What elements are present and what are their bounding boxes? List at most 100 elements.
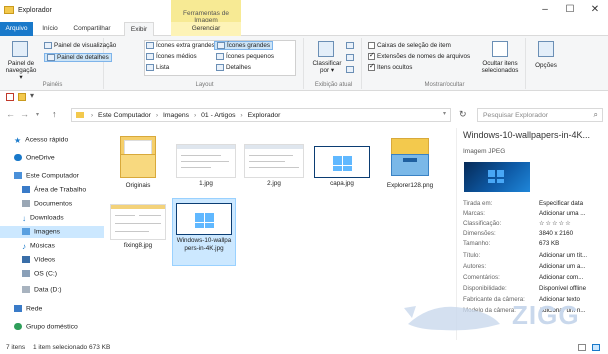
- property-key: Comentários:: [463, 274, 500, 281]
- sidebar-item-homegroup[interactable]: Grupo doméstico: [14, 323, 78, 330]
- file-item[interactable]: Explorer128.png: [378, 134, 442, 190]
- minimize-button[interactable]: –: [534, 4, 556, 18]
- up-arrow-icon[interactable]: ↑: [52, 109, 57, 119]
- address-dropdown-icon[interactable]: ▾: [443, 110, 446, 117]
- sidebar-item-os-drive[interactable]: OS (C:): [22, 270, 57, 277]
- sort-by-button[interactable]: Classificar por ▾: [310, 60, 344, 74]
- file-item[interactable]: Originais: [106, 134, 170, 190]
- layout-medium-icons[interactable]: Ícones médios: [146, 53, 197, 60]
- sidebar-item-desktop[interactable]: Área de Trabalho: [22, 186, 86, 193]
- group-by-button[interactable]: [346, 42, 356, 49]
- layout-list[interactable]: Lista: [146, 64, 169, 71]
- file-name: 1.jpg: [199, 180, 213, 187]
- recent-locations-icon[interactable]: ▾: [36, 111, 39, 118]
- search-input[interactable]: Pesquisar Explorador ⌕: [477, 108, 603, 122]
- download-icon: ↓: [22, 214, 26, 223]
- layout-details[interactable]: Detalhes: [216, 64, 251, 71]
- breadcrumb-separator: ›: [90, 112, 94, 119]
- properties-icon[interactable]: [6, 93, 14, 101]
- network-icon: [14, 305, 22, 312]
- sidebar-item-videos[interactable]: Vídeos: [22, 256, 55, 263]
- homegroup-icon: [14, 323, 22, 330]
- file-item[interactable]: 2.jpg: [242, 134, 306, 188]
- property-title[interactable]: Título: Adicionar um tít...: [463, 252, 608, 259]
- window-title: Explorador: [18, 7, 52, 14]
- hidden-items-label: Itens ocultos: [377, 64, 413, 72]
- customize-toolbar-button[interactable]: ▾: [30, 91, 34, 100]
- panes-group-title: Painéis: [42, 82, 63, 88]
- sidebar-item-this-pc[interactable]: Este Computador: [14, 172, 79, 179]
- navigation-pane-button[interactable]: Painel de navegação ▾: [4, 60, 38, 81]
- property-rating[interactable]: Classificação: ☆☆☆☆☆: [463, 220, 608, 227]
- tab-home[interactable]: Início: [38, 22, 62, 36]
- close-button[interactable]: ✕: [584, 4, 606, 18]
- rating-stars[interactable]: ☆☆☆☆☆: [539, 220, 572, 227]
- folder-icon: [4, 6, 14, 14]
- property-tags[interactable]: Marcas: Adicionar uma ...: [463, 210, 608, 217]
- sidebar-item-pictures[interactable]: Imagens: [0, 226, 104, 238]
- back-arrow-icon[interactable]: ←: [6, 109, 15, 119]
- current-view-group: Classificar por ▾ Exibição atual: [306, 38, 362, 89]
- layout-extra-large-icons[interactable]: Ícones extra grandes: [146, 42, 215, 49]
- file-name: Originais: [125, 182, 151, 189]
- property-date-taken[interactable]: Tirada em: Especificar data: [463, 200, 608, 207]
- details-view-icon[interactable]: [578, 344, 586, 351]
- ribbon: Painel de navegação ▾ Painel de visualiz…: [0, 36, 608, 91]
- property-key: Tamanho:: [463, 240, 491, 247]
- sidebar-item-onedrive[interactable]: OneDrive: [14, 154, 55, 161]
- file-name: Explorer128.png: [386, 182, 434, 189]
- item-checkboxes-checkbox[interactable]: [368, 42, 375, 49]
- watermark-logo: ZIGG: [402, 298, 602, 334]
- sidebar-item-quick-access[interactable]: ★ Acesso rápido: [14, 136, 68, 145]
- breadcrumb-articles[interactable]: 01 - Artigos: [201, 112, 235, 119]
- size-columns-button[interactable]: [346, 66, 356, 73]
- large-icons-view-icon[interactable]: [592, 344, 600, 351]
- tab-manage[interactable]: Gerenciar: [171, 22, 241, 36]
- file-item[interactable]: fixing8.jpg: [106, 200, 170, 250]
- add-columns-button[interactable]: [346, 54, 356, 61]
- refresh-icon[interactable]: ↻: [459, 109, 467, 120]
- layout-group-title: Layout: [195, 82, 214, 88]
- property-comments[interactable]: Comentários: Adicionar com...: [463, 274, 608, 281]
- hidden-items-checkbox[interactable]: [368, 62, 375, 71]
- breadcrumb-this-pc[interactable]: Este Computador: [98, 112, 151, 119]
- sidebar-item-data-drive[interactable]: Data (D:): [22, 286, 62, 293]
- sidebar-item-downloads[interactable]: ↓ Downloads: [22, 214, 64, 223]
- property-value: Adicionar com...: [539, 274, 584, 281]
- property-key: Classificação:: [463, 220, 502, 227]
- details-pane-button[interactable]: Painel de detalhes: [44, 53, 112, 63]
- sidebar-item-music[interactable]: ♪ Músicas: [22, 242, 55, 251]
- options-button[interactable]: Opções: [532, 62, 560, 69]
- details-icon: [216, 64, 224, 71]
- details-file-type: Imagem JPEG: [463, 148, 506, 155]
- sidebar-item-network[interactable]: Rede: [14, 305, 42, 312]
- property-dimensions: Dimensões: 3840 x 2160: [463, 230, 608, 237]
- file-extensions-checkbox[interactable]: [368, 51, 375, 60]
- file-extensions-toggle[interactable]: Extensões de nomes de arquivos: [368, 51, 470, 60]
- forward-arrow-icon[interactable]: →: [20, 109, 29, 119]
- hidden-items-toggle[interactable]: Itens ocultos: [368, 62, 413, 72]
- sort-icon: [318, 41, 334, 57]
- watermark-text: ZIGG: [512, 300, 580, 330]
- address-bar[interactable]: › Este Computador › Imagens › 01 - Artig…: [71, 108, 451, 122]
- sidebar-label: Imagens: [34, 228, 61, 236]
- hide-selected-button[interactable]: Ocultar itens selecionados: [478, 60, 522, 74]
- layout-large-icons[interactable]: Ícones grandes: [214, 41, 274, 51]
- sidebar-item-documents[interactable]: Documentos: [22, 200, 72, 207]
- file-item[interactable]: Windows-10-wallpapers-in-4K.jpg: [172, 198, 236, 266]
- item-checkboxes-toggle[interactable]: Caixas de seleção de item: [368, 42, 451, 49]
- tab-file[interactable]: Arquivo: [0, 22, 33, 36]
- tab-share[interactable]: Compartilhar: [66, 22, 118, 36]
- breadcrumb-pictures[interactable]: Imagens: [163, 112, 189, 119]
- breadcrumb-separator: ›: [193, 112, 197, 119]
- property-authors[interactable]: Autores: Adicionar um a...: [463, 263, 608, 270]
- file-item[interactable]: 1.jpg: [174, 134, 238, 188]
- file-item[interactable]: capa.jpg: [310, 134, 374, 188]
- tab-view[interactable]: Exibir: [124, 22, 154, 37]
- layout-small-icons[interactable]: Ícones pequenos: [216, 53, 274, 60]
- property-key: Marcas:: [463, 210, 486, 217]
- new-folder-icon[interactable]: [18, 93, 26, 101]
- breadcrumb-explorer[interactable]: Explorador: [248, 112, 281, 119]
- maximize-button[interactable]: ☐: [559, 4, 581, 18]
- layout-large-label: Ícones grandes: [227, 42, 271, 50]
